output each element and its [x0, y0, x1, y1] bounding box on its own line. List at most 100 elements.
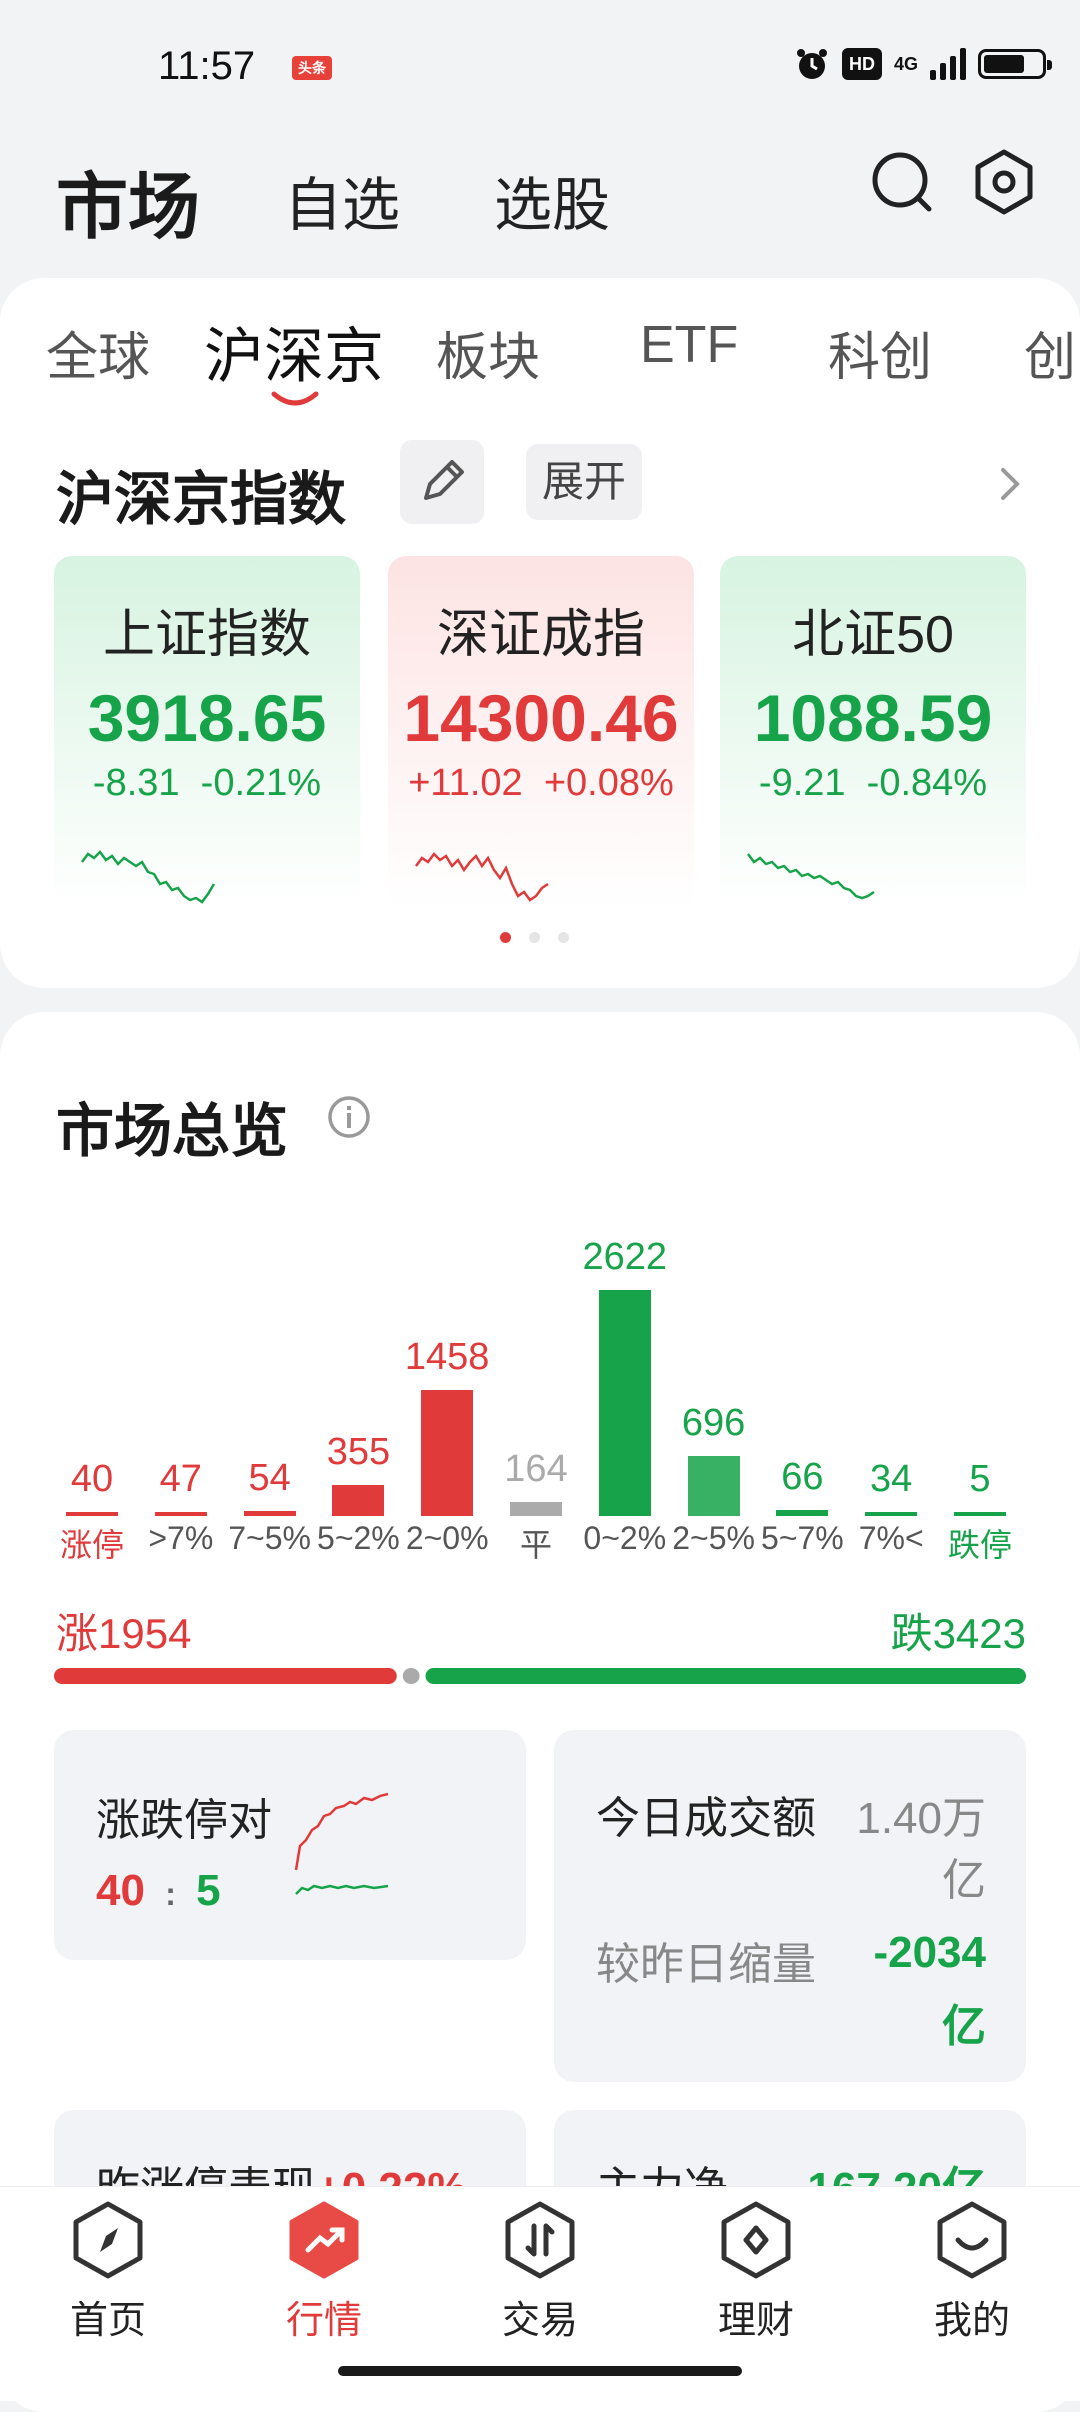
- alarm-icon: [796, 49, 827, 79]
- chart-bar: [421, 1390, 474, 1516]
- battery-icon: [978, 49, 1052, 79]
- chevron-right-icon[interactable]: [995, 462, 1025, 506]
- page-title[interactable]: 市场: [56, 148, 200, 253]
- index-change: -9.21 -0.84%: [758, 762, 988, 804]
- signal-icon: [930, 48, 966, 80]
- turnover-compare-value: -2034: [873, 1928, 986, 1977]
- chart-bar-value: 164: [504, 1448, 568, 1490]
- turnover-title: 今日成交额: [596, 1794, 816, 1843]
- chart-bar-value: 47: [159, 1458, 202, 1500]
- chart-bar-value: 5: [969, 1458, 991, 1500]
- chart-bar-value: 696: [681, 1402, 746, 1444]
- rise-segment: [54, 1668, 397, 1684]
- limit-ratio-card[interactable]: 涨跌停对 40 : 5: [54, 1730, 526, 1960]
- trade-icon: [505, 2201, 575, 2279]
- search-icon[interactable]: [866, 146, 938, 218]
- index-section-title: 沪深京指数: [56, 467, 347, 532]
- index-change: -8.31 -0.21%: [92, 762, 322, 804]
- tab-global[interactable]: 全球: [46, 315, 150, 390]
- turnover-card[interactable]: 今日成交额 1.40万 亿 较昨日缩量 -2034 亿: [554, 1730, 1026, 2082]
- chart-bar-label: 平: [519, 1527, 552, 1563]
- tab-watchlist[interactable]: 自选: [284, 158, 400, 242]
- index-name: 上证指数: [102, 606, 311, 664]
- flat-segment: [402, 1668, 420, 1684]
- index-sparkline: [81, 850, 216, 904]
- tab-etf[interactable]: ETF: [640, 315, 738, 375]
- chart-bar-value: 2622: [582, 1236, 668, 1278]
- index-value: 1088.59: [753, 681, 993, 755]
- tab-star-market[interactable]: 科创: [828, 315, 932, 390]
- tab-hushenjing[interactable]: 沪深京: [204, 308, 384, 395]
- tab-chinext[interactable]: 创: [1024, 315, 1076, 390]
- tab-screener[interactable]: 选股: [494, 158, 610, 242]
- chart-bar: [66, 1512, 118, 1516]
- pencil-icon: [424, 460, 464, 500]
- chart-bar: [865, 1512, 918, 1516]
- index-change: +11.02 +0.08%: [408, 762, 674, 804]
- fall-count-label: 跌3423: [890, 1610, 1026, 1657]
- chart-bar-label: 2~5%: [672, 1520, 755, 1556]
- index-value: 3918.65: [87, 681, 327, 755]
- trend-icon: [289, 2201, 359, 2279]
- profile-icon: [937, 2201, 1007, 2279]
- rise-count-label: 涨1954: [56, 1610, 192, 1657]
- expand-button[interactable]: 展开: [526, 444, 642, 520]
- chart-bar: [776, 1510, 829, 1516]
- carousel-dot[interactable]: [529, 932, 540, 943]
- chart-bar-value: 34: [870, 1458, 913, 1500]
- chart-bar-label: 2~0%: [405, 1520, 489, 1556]
- compass-icon: [73, 2201, 143, 2279]
- turnover-compare-unit: 亿: [942, 2002, 986, 2051]
- chart-bar-value: 40: [70, 1458, 114, 1500]
- index-sparkline: [747, 853, 875, 900]
- chart-bar-value: 1458: [404, 1336, 490, 1378]
- chart-bar: [510, 1502, 562, 1516]
- settings-icon[interactable]: [968, 146, 1040, 218]
- chart-bar: [954, 1512, 1006, 1516]
- index-name: 北证50: [792, 606, 954, 664]
- index-card-beijing50[interactable]: 北证50 1088.59 -9.21 -0.84%: [720, 556, 1026, 908]
- chart-bar-label: >7%: [148, 1520, 214, 1556]
- app-badge: 头条: [292, 56, 332, 80]
- index-sparkline: [415, 852, 549, 902]
- index-card-shenzhen[interactable]: 深证成指 14300.46 +11.02 +0.08%: [388, 556, 694, 908]
- nav-trade[interactable]: 交易: [470, 2200, 610, 2344]
- chart-bar: [332, 1485, 385, 1516]
- status-icons: HD 4G: [794, 44, 1052, 84]
- chart-bar-label: 跌停: [947, 1527, 1012, 1563]
- nav-home[interactable]: 首页: [38, 2200, 178, 2344]
- chart-bar-label: 0~2%: [583, 1520, 667, 1556]
- turnover-compare-label: 较昨日缩量: [596, 1940, 816, 1989]
- chart-bar: [598, 1290, 651, 1516]
- nav-market[interactable]: 行情: [254, 2200, 394, 2344]
- active-tab-indicator: [271, 391, 319, 406]
- tab-sectors[interactable]: 板块: [436, 315, 540, 390]
- limit-ratio-title: 涨跌停对: [96, 1796, 272, 1845]
- turnover-unit: 亿: [942, 1856, 986, 1905]
- info-icon[interactable]: [326, 1094, 372, 1140]
- rise-fall-ratio-bar: [54, 1668, 1026, 1684]
- limit-ratio-value: 40 : 5: [96, 1866, 221, 1915]
- chart-bar-label: 涨停: [59, 1527, 124, 1563]
- chart-bar-label: 5~7%: [761, 1520, 844, 1556]
- index-name: 深证成指: [436, 606, 645, 664]
- nav-wealth[interactable]: 理财: [686, 2200, 826, 2344]
- carousel-dot[interactable]: [558, 932, 569, 943]
- chart-bar: [243, 1511, 296, 1516]
- fall-segment: [425, 1668, 1026, 1684]
- status-bar: 11:57 头条 HD 4G: [0, 0, 1080, 120]
- chart-bar-value: 66: [781, 1456, 824, 1498]
- status-time: 11:57: [158, 44, 256, 88]
- chart-bar: [154, 1512, 207, 1516]
- chart-bar-label: 7~5%: [228, 1520, 311, 1556]
- chart-bar: [687, 1456, 740, 1516]
- network-label: 4G: [893, 53, 918, 74]
- chart-bar-value: 355: [326, 1431, 391, 1473]
- limit-ratio-sparkline: [294, 1792, 389, 1895]
- edit-button[interactable]: [400, 440, 484, 524]
- index-card-shanghai[interactable]: 上证指数 3918.65 -8.31 -0.21%: [54, 556, 360, 908]
- wealth-icon: [721, 2201, 791, 2279]
- hd-badge: HD: [841, 48, 882, 80]
- nav-profile[interactable]: 我的: [902, 2200, 1042, 2344]
- carousel-dot[interactable]: [500, 932, 511, 943]
